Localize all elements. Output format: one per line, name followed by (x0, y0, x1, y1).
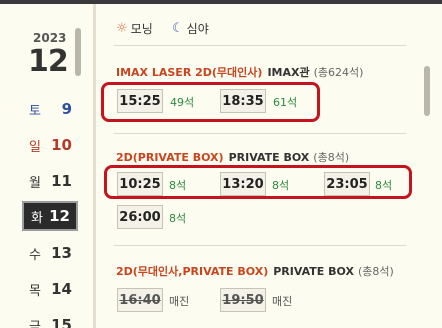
date-number: 10 (51, 136, 72, 154)
hall-name: IMAX LASER 2D(무대인사) (116, 66, 263, 79)
showtime-button[interactable]: 26:00 (117, 205, 163, 229)
theater-title: IMAX LASER 2D(무대인사) IMAX관 (총624석) (116, 64, 363, 80)
morning-label: 모닝 (130, 22, 153, 36)
divider (114, 245, 406, 246)
date-item-15[interactable]: 금 15 (22, 310, 78, 328)
sidebar-scrollbar[interactable] (75, 28, 81, 76)
date-weekday: 금 (29, 319, 41, 328)
showtime-button-soldout: 19:50 (220, 288, 266, 312)
total-seats: (총624석) (313, 66, 364, 79)
date-item-10[interactable]: 일 10 (22, 130, 78, 160)
total-seats: (총8석) (313, 151, 350, 164)
divider (114, 133, 406, 134)
sun-icon: ☼ (116, 21, 128, 36)
date-number: 14 (51, 280, 72, 298)
date-number: 15 (51, 316, 72, 328)
soldout-label: 매진 (272, 295, 293, 308)
moon-icon: ☾ (172, 21, 184, 36)
date-item-14[interactable]: 목 14 (22, 274, 78, 304)
theater-title: 2D(PRIVATE BOX) PRIVATE BOX (총8석) (116, 149, 349, 165)
highlight-box (101, 82, 320, 122)
theater-title: 2D(무대인사,PRIVATE BOX) PRIVATE BOX (총8석) (116, 263, 394, 279)
calendar-month: 12 (28, 44, 69, 79)
date-item-12-selected[interactable]: 화 12 (22, 201, 78, 231)
date-number: 11 (51, 172, 72, 190)
date-number: 13 (51, 244, 72, 262)
screen-type: PRIVATE BOX (273, 265, 354, 278)
available-seats: 8석 (169, 212, 187, 225)
date-weekday: 토 (29, 103, 41, 119)
total-seats: (총8석) (357, 265, 394, 278)
screen-type: PRIVATE BOX (228, 151, 310, 164)
date-weekday: 화 (31, 210, 43, 226)
morning-filter[interactable]: ☼ 모닝 (116, 20, 153, 37)
date-item-9[interactable]: 토 9 (22, 94, 78, 124)
hall-name: 2D(무대인사,PRIVATE BOX) (116, 265, 269, 278)
night-filter[interactable]: ☾ 심야 (172, 20, 209, 37)
date-weekday: 일 (29, 139, 41, 155)
divider (114, 45, 406, 46)
date-weekday: 월 (29, 175, 41, 191)
date-weekday: 수 (29, 247, 41, 263)
hall-name: 2D(PRIVATE BOX) (116, 151, 224, 164)
sidebar-divider (93, 4, 96, 328)
date-weekday: 목 (29, 283, 41, 299)
showtime-button-soldout: 16:40 (117, 288, 163, 312)
highlight-box (104, 165, 412, 199)
screen-type: IMAX관 (267, 66, 310, 79)
showtime-scrollbar[interactable] (424, 66, 430, 116)
calendar-year: 2023 (33, 31, 67, 45)
date-number: 12 (49, 207, 70, 225)
date-number: 9 (61, 100, 72, 118)
night-label: 심야 (186, 22, 209, 36)
soldout-label: 매진 (169, 295, 190, 308)
date-item-13[interactable]: 수 13 (22, 238, 78, 268)
date-item-11[interactable]: 월 11 (22, 166, 78, 196)
